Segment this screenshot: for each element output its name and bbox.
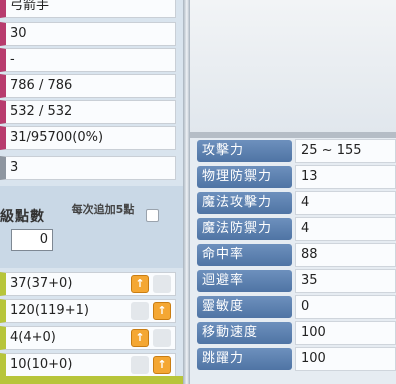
attr-label-attack: 攻擊力 (197, 140, 292, 162)
dex-up-button[interactable]: ↑ (153, 302, 171, 320)
fame-field: 3 (0, 156, 176, 180)
job-field: 弓箭手 (0, 0, 176, 18)
hp-field: 786 / 786 (0, 74, 176, 98)
luk-up-button[interactable]: ↑ (153, 356, 171, 374)
add5-label: 每次追加5點 (71, 203, 135, 216)
attr-label-speed: 移動速度 (197, 322, 292, 344)
attr-label-agility: 靈敏度 (197, 296, 292, 318)
stat-value-int: 4(4+0) (10, 330, 56, 345)
attr-label-accuracy: 命中率 (197, 244, 292, 266)
attr-label-phys-def: 物理防禦力 (197, 166, 292, 188)
attr-label-evasion: 迴避率 (197, 270, 292, 292)
stat-value-str: 37(37+0) (10, 276, 73, 291)
attr-label-jump: 跳躍力 (197, 348, 292, 370)
stat-row-dex: 120(119+1) ↑ (0, 299, 176, 323)
exp-field: 31/95700(0%) (0, 126, 176, 150)
stat-value-dex: 120(119+1) (10, 303, 89, 318)
left-bottom-bar (0, 376, 183, 384)
attr-value-magic-atk: 4 (295, 191, 396, 215)
attr-label-magic-def: 魔法防禦力 (197, 218, 292, 240)
luk-slot (131, 356, 149, 374)
int-up-button[interactable]: ↑ (131, 329, 149, 347)
ability-points-area (0, 186, 183, 268)
str-up-button[interactable]: ↑ (131, 275, 149, 293)
attr-value-evasion: 35 (295, 269, 396, 293)
dex-slot (131, 302, 149, 320)
stat-row-str: 37(37+0) ↑ (0, 272, 176, 296)
stat-row-int: 4(4+0) ↑ (0, 326, 176, 350)
stat-value-luk: 10(10+0) (10, 357, 73, 372)
attr-value-speed: 100 (295, 321, 396, 345)
attr-value-attack: 25 ~ 155 (295, 139, 396, 163)
int-slot (153, 329, 171, 347)
mp-field: 532 / 532 (0, 100, 176, 124)
guild-field: - (0, 48, 176, 72)
panel-divider[interactable] (183, 0, 190, 384)
character-info-panel: 弓箭手 30 - 786 / 786 532 / 532 31/95700(0%… (0, 0, 183, 384)
str-slot (153, 275, 171, 293)
attr-value-accuracy: 88 (295, 243, 396, 267)
attr-value-jump: 100 (295, 347, 396, 371)
ability-points-value: 0 (11, 229, 53, 251)
attr-label-magic-atk: 魔法攻擊力 (197, 192, 292, 214)
stat-row-luk: 10(10+0) ↑ (0, 353, 176, 377)
level-field: 30 (0, 22, 176, 46)
right-top-area (190, 0, 396, 132)
attr-value-phys-def: 13 (295, 165, 396, 189)
attr-value-magic-def: 4 (295, 217, 396, 241)
attr-value-agility: 0 (295, 295, 396, 319)
ability-points-label: 級點數 (0, 209, 45, 225)
add5-checkbox[interactable] (146, 209, 159, 222)
